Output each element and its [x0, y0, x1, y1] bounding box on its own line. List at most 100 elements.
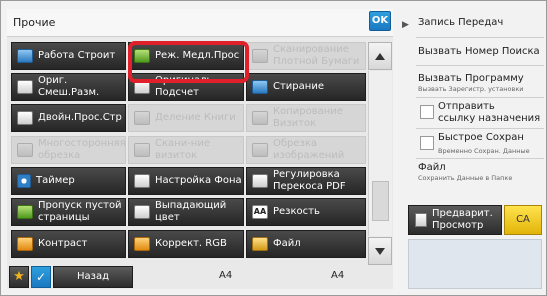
sharpness-icon: AA	[252, 205, 268, 219]
file-folder-icon	[252, 237, 268, 251]
arrow-up-icon	[375, 52, 385, 60]
preview-page-icon	[415, 213, 427, 227]
blank-page-skip-icon	[17, 205, 33, 219]
collapse-arrow-icon[interactable]: ▶	[398, 15, 413, 35]
function-button-thick-paper-scan: Сканирование Плотной Бумаги	[246, 42, 366, 70]
function-label: Файл	[273, 238, 301, 249]
divider	[416, 128, 544, 129]
star-icon: ★	[13, 269, 25, 284]
item-label: Файл	[418, 162, 446, 173]
item-label: Запись Передач	[418, 17, 504, 28]
action-panel: ▶ Запись Передач Вызвать Номер Поиска Вы…	[398, 9, 547, 291]
dual-page-scan-icon	[17, 111, 33, 125]
function-label: Стирание	[273, 81, 324, 92]
function-label: Контраст	[38, 238, 88, 249]
function-label: Таймер	[36, 175, 75, 186]
card-copy-icon	[252, 111, 268, 125]
send-link-label: Отправить ссылку назначения	[438, 101, 541, 124]
pdf-skew-icon	[252, 174, 268, 188]
multi-crop-icon	[17, 143, 33, 157]
panel-title: Прочие	[13, 16, 56, 29]
scroll-up-button[interactable]	[368, 42, 392, 70]
function-label: Ориг. Смеш.Разм.	[38, 75, 100, 98]
function-label: Настройка Фона	[155, 175, 242, 186]
timer-icon	[17, 174, 31, 188]
function-label: Регулировка Перекоса PDF	[273, 169, 346, 192]
contrast-icon	[17, 237, 33, 251]
file-save-item[interactable]: Файл Сохранить Данные в Папке	[418, 162, 544, 182]
function-label: Копирование Визиток	[273, 106, 343, 129]
function-button-card-copy: Копирование Визиток	[246, 104, 366, 132]
function-label: Выпадающий цвет	[155, 200, 227, 223]
function-button-blank-page-skip[interactable]: Пропуск пустой страницы	[11, 198, 126, 226]
function-button-mixed-size-original[interactable]: Ориг. Смеш.Разм.	[11, 73, 126, 101]
ok-button[interactable]: OK	[369, 11, 391, 31]
bottom-bar: ★ ✓ Назад A4 A4	[7, 266, 393, 289]
mixed-size-original-icon	[17, 80, 33, 94]
preview-button[interactable]: Предварит. Просмотр	[408, 205, 502, 235]
function-label: Работа Строит	[38, 50, 116, 61]
scrollbar-track[interactable]	[368, 71, 392, 236]
build-job-icon	[17, 49, 33, 63]
divider	[416, 37, 544, 38]
function-button-pdf-skew[interactable]: Регулировка Перекоса PDF	[246, 167, 366, 195]
clear-all-button[interactable]: CA	[504, 205, 542, 235]
function-label: Сканирование Плотной Бумаги	[273, 44, 360, 67]
back-button[interactable]: Назад	[53, 266, 133, 288]
function-button-dual-page-scan[interactable]: Двойн.Прос.Стр	[11, 104, 126, 132]
function-button-file-folder[interactable]: Файл	[246, 230, 366, 258]
item-sublabel: Сохранить Данные в Папке	[418, 174, 513, 182]
color-dropout-icon	[134, 205, 150, 219]
function-button-sharpness[interactable]: AA Резкость	[246, 198, 366, 226]
recall-search-number-item[interactable]: Вызвать Номер Поиска	[418, 46, 544, 57]
function-label: Пропуск пустой страницы	[38, 200, 122, 223]
confirm-check-button[interactable]: ✓	[31, 266, 51, 288]
function-button-build-job[interactable]: Работа Строит	[11, 42, 126, 70]
function-label: Коррект. RGB	[155, 238, 227, 249]
item-sublabel: Временно Сохран. Данные	[438, 147, 530, 155]
thick-paper-scan-icon	[252, 49, 268, 63]
panel-header: Прочие OK	[7, 9, 393, 37]
favorite-star-button[interactable]: ★	[9, 266, 29, 288]
function-button-background-adjust[interactable]: Настройка Фона	[128, 167, 244, 195]
item-label: Быстрое Сохран	[438, 132, 524, 143]
divider	[416, 65, 544, 66]
selection-highlight	[128, 41, 249, 83]
send-link-checkbox[interactable]	[420, 105, 434, 119]
other-functions-panel: Прочие OK Работа Строит Реж. Медл.Прос Ска…	[7, 9, 393, 289]
rgb-adjust-icon	[134, 237, 150, 251]
book-divide-icon	[134, 111, 150, 125]
function-button-rgb-adjust[interactable]: Коррект. RGB	[128, 230, 244, 258]
arrow-down-icon	[375, 247, 385, 255]
function-button-book-divide: Деление Книги	[128, 104, 244, 132]
function-button-contrast[interactable]: Контраст	[11, 230, 126, 258]
paper-size-output: A4	[331, 270, 345, 281]
quick-save-label: Быстрое Сохран Временно Сохран. Данные	[438, 132, 546, 157]
function-button-color-dropout[interactable]: Выпадающий цвет	[128, 198, 244, 226]
divider	[416, 158, 544, 159]
start-button[interactable]	[408, 239, 542, 289]
function-button-erase[interactable]: Стирание	[246, 73, 366, 101]
function-label: Деление Книги	[155, 112, 236, 123]
card-scan-icon	[134, 143, 150, 157]
image-crop-icon	[252, 143, 268, 157]
quick-save-checkbox[interactable]	[420, 136, 434, 150]
preview-label: Предварит. Просмотр	[432, 208, 493, 231]
function-label: Обрезка изображений	[273, 138, 345, 161]
recall-program-item[interactable]: Вызвать Программу Вызвать Зарегистр. уст…	[418, 73, 544, 93]
transaction-log-item[interactable]: Запись Передач	[418, 17, 544, 28]
item-label: Вызвать Программу	[418, 73, 524, 84]
background-adjust-icon	[134, 174, 150, 188]
function-button-multi-crop: Многосторонняя обрезка	[11, 136, 126, 164]
function-label: Резкость	[273, 206, 320, 217]
checkmark-icon: ✓	[35, 270, 47, 284]
scrollbar-thumb[interactable]	[372, 181, 389, 221]
function-button-timer[interactable]: Таймер	[11, 167, 126, 195]
erase-icon	[252, 80, 268, 94]
function-label: Скани-ние визиток	[155, 138, 210, 161]
scroll-down-button[interactable]	[368, 237, 392, 265]
item-label: Вызвать Номер Поиска	[418, 46, 540, 57]
function-button-card-scan: Скани-ние визиток	[128, 136, 244, 164]
paper-size-original: A4	[219, 270, 233, 281]
divider	[416, 97, 544, 98]
